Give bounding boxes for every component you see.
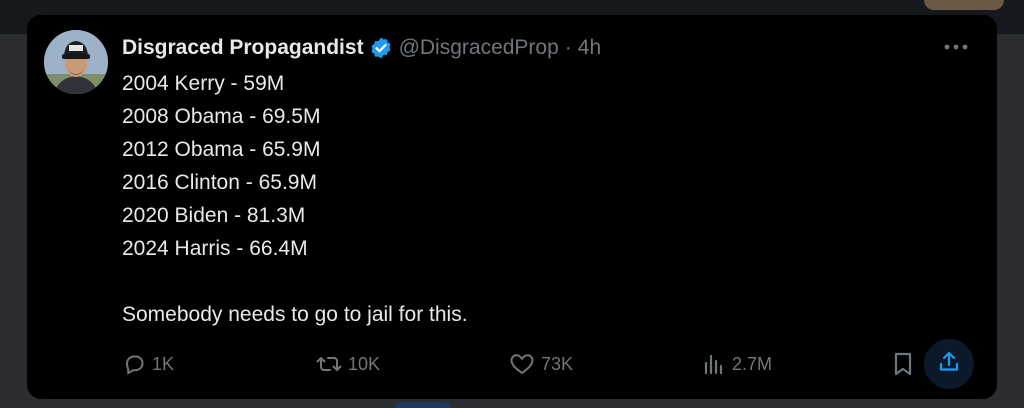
tweet-header: Disgraced Propagandist @DisgracedProp · … (122, 35, 601, 61)
bookmark-icon (892, 351, 914, 377)
tweet-line: 2024 Harris - 66.4M (122, 237, 308, 260)
tweet-line: 2012 Obama - 65.9M (122, 138, 321, 161)
share-button[interactable] (924, 339, 974, 389)
more-options-icon[interactable] (941, 37, 971, 57)
heart-icon (509, 352, 535, 376)
avatar[interactable] (44, 30, 108, 94)
reply-count: 1K (152, 353, 175, 374)
share-icon (937, 350, 961, 379)
repost-icon (316, 352, 342, 376)
views-button[interactable]: 2.7M (702, 347, 772, 381)
tweet-line: 2004 Kerry - 59M (122, 72, 285, 95)
tweet-closing-line: Somebody needs to go to jail for this. (122, 303, 468, 326)
author-name[interactable]: Disgraced Propagandist (122, 36, 364, 60)
reply-icon (122, 352, 146, 376)
tweet-line: 2016 Clinton - 65.9M (122, 171, 317, 194)
avatar-image (44, 30, 108, 94)
corner-thumbnail (924, 0, 1004, 10)
tweet-line: 2008 Obama - 69.5M (122, 105, 321, 128)
action-bar: 1K 10K 73K 2.7M (122, 339, 982, 389)
tweet-line: 2020 Biden - 81.3M (122, 204, 306, 227)
tweet-card[interactable]: Disgraced Propagandist @DisgracedProp · … (27, 15, 997, 399)
views-count: 2.7M (732, 353, 773, 374)
repost-count: 10K (348, 353, 381, 374)
like-count: 73K (541, 353, 574, 374)
verified-badge-icon (369, 36, 393, 60)
bookmark-button[interactable] (892, 347, 914, 381)
views-icon (702, 352, 726, 376)
repost-button[interactable]: 10K (316, 347, 380, 381)
author-handle[interactable]: @DisgracedProp (399, 36, 559, 60)
bottom-tab-hint (396, 402, 450, 408)
reply-button[interactable]: 1K (122, 347, 174, 381)
like-button[interactable]: 73K (509, 347, 573, 381)
tweet-text: 2004 Kerry - 59M 2008 Obama - 69.5M 2012… (122, 67, 468, 331)
timestamp[interactable]: 4h (578, 36, 601, 60)
separator-dot: · (564, 36, 572, 59)
